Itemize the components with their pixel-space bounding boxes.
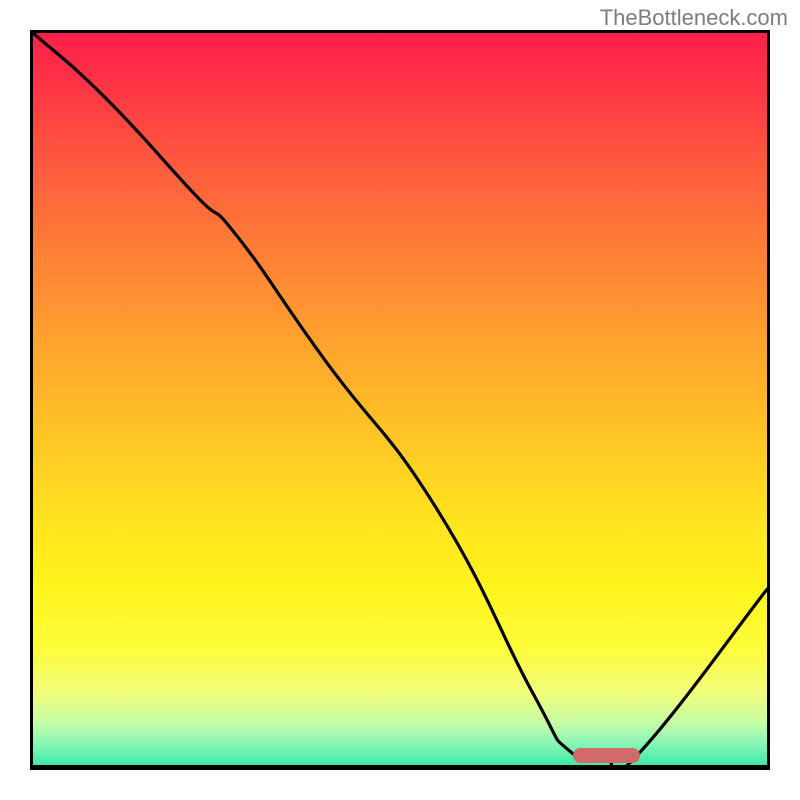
- chart-curve-svg: [33, 33, 767, 765]
- bottleneck-curve-line: [33, 33, 767, 765]
- watermark-text: TheBottleneck.com: [600, 5, 788, 31]
- chart-plot-area: [30, 30, 770, 770]
- optimal-range-marker: [573, 748, 640, 763]
